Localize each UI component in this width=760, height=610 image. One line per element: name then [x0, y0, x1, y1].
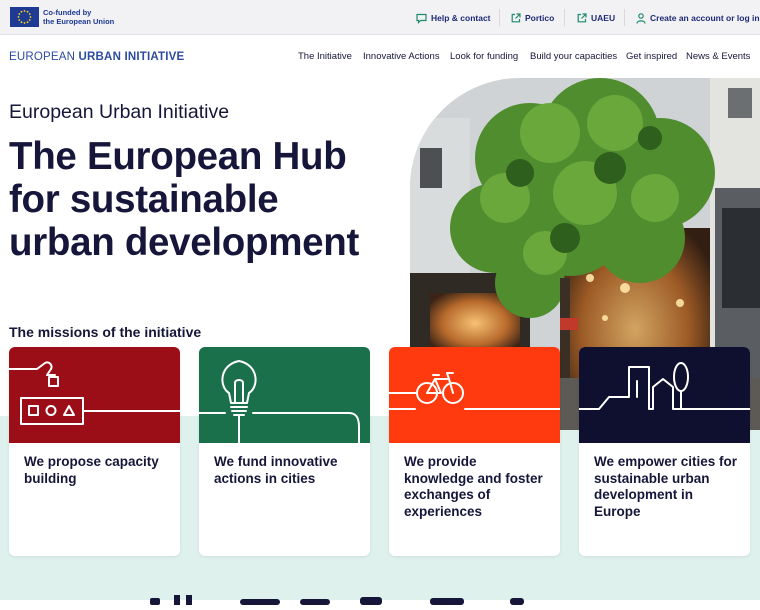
- divider: [499, 9, 500, 26]
- eu-cofunded-label: Co-funded by the European Union: [43, 8, 123, 26]
- hero-title-line: The European Hub: [9, 135, 347, 178]
- divider: [624, 9, 625, 26]
- next-section-heading-partial: [150, 592, 530, 605]
- divider: [564, 9, 565, 26]
- utility-bar: Co-funded by the European Union Help & c…: [0, 0, 760, 35]
- eu-label-line2: the European Union: [43, 17, 115, 26]
- mission-card-text: We provide knowledge and foster exchange…: [404, 454, 543, 519]
- bicycle-icon: [389, 372, 560, 410]
- chat-icon: [416, 13, 427, 24]
- external-link-icon: [511, 13, 521, 23]
- mission-card-fund-innovative-actions[interactable]: We fund innovative actions in cities: [199, 347, 370, 556]
- missions-section-title: The missions of the initiative: [9, 324, 202, 340]
- nav-item-news-events[interactable]: News & Events: [686, 51, 750, 62]
- help-contact-link[interactable]: Help & contact: [416, 11, 491, 25]
- mission-card-capacity-building[interactable]: We propose capacity building: [9, 347, 180, 556]
- external-link-icon: [577, 13, 587, 23]
- hero-title: The European Hub for sustainable urban d…: [9, 135, 359, 264]
- mission-card-knowledge-exchange[interactable]: We provide knowledge and foster exchange…: [389, 347, 560, 556]
- mission-card-text: We fund innovative actions in cities: [214, 454, 338, 486]
- nav-item-initiative[interactable]: The Initiative: [298, 51, 352, 62]
- mission-card-art: [9, 347, 180, 443]
- nav-item-get-inspired[interactable]: Get inspired: [626, 51, 677, 62]
- help-contact-label: Help & contact: [431, 13, 491, 23]
- eu-flag-icon: [10, 7, 39, 27]
- mission-card-empower-cities[interactable]: We empower cities for sustainable urban …: [579, 347, 750, 556]
- eu-label-line1: Co-funded by: [43, 8, 92, 17]
- mission-card-art: [389, 347, 560, 443]
- hero-subtitle: European Urban Initiative: [9, 101, 230, 123]
- nav-item-build-capacities[interactable]: Build your capacities: [530, 51, 617, 62]
- main-nav: The Initiative Innovative Actions Look f…: [0, 51, 760, 65]
- mission-card-text: We propose capacity building: [24, 454, 159, 486]
- mission-card-art: [199, 347, 370, 443]
- mission-card-text: We empower cities for sustainable urban …: [594, 454, 738, 519]
- lightbulb-icon: [199, 360, 360, 443]
- nav-item-innovative-actions[interactable]: Innovative Actions: [363, 51, 440, 62]
- capacity-building-icon: [9, 361, 180, 425]
- uaeu-label: UAEU: [591, 13, 616, 23]
- login-link[interactable]: Create an account or log in: [636, 11, 760, 25]
- hero-title-line: urban development: [9, 221, 360, 264]
- uaeu-link[interactable]: UAEU: [577, 11, 615, 25]
- mission-card-art: [579, 347, 750, 443]
- city-skyline-icon: [579, 362, 750, 410]
- user-icon: [636, 12, 646, 24]
- nav-item-look-for-funding[interactable]: Look for funding: [450, 51, 518, 62]
- login-label: Create an account or log in: [650, 13, 760, 23]
- portico-link[interactable]: Portico: [511, 11, 554, 25]
- hero-title-line: for sustainable: [9, 178, 279, 221]
- portico-label: Portico: [525, 13, 555, 23]
